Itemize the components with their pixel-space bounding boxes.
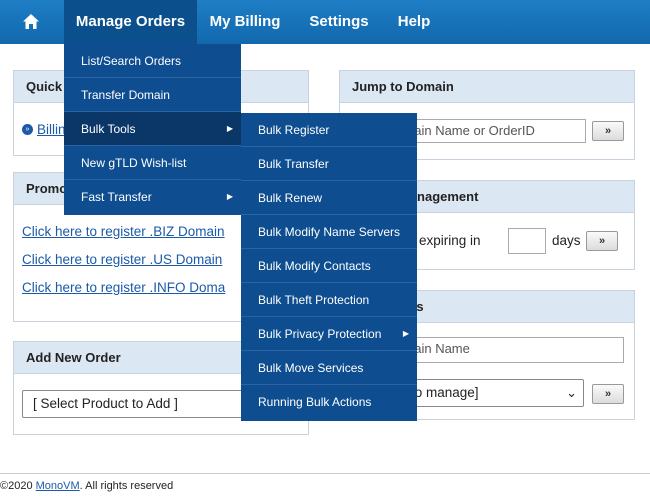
chevron-down-icon: ⌄ xyxy=(566,385,577,400)
menu-item-label: Running Bulk Actions xyxy=(258,395,372,409)
menu-item-label: Bulk Register xyxy=(258,123,330,137)
jump-panel-title: Jump to Domain xyxy=(340,71,634,103)
submenu-arrow-icon: ▶ xyxy=(226,124,233,133)
menu-transfer-domain[interactable]: Transfer Domain xyxy=(64,78,241,112)
menu-new-gtld-wishlist[interactable]: New gTLD Wish-list xyxy=(64,146,241,180)
menu-item-label: Bulk Move Services xyxy=(258,361,364,375)
menu-item-label: Bulk Transfer xyxy=(258,157,329,171)
quick-link-row[interactable]: » Billin xyxy=(22,121,66,139)
nav-manage-orders[interactable]: Manage Orders xyxy=(64,0,197,44)
menu-item-label: Bulk Modify Name Servers xyxy=(258,225,401,239)
bulk-tools-submenu: Bulk Register Bulk Transfer Bulk Renew B… xyxy=(241,113,417,421)
menu-item-label: Bulk Theft Protection xyxy=(258,293,370,307)
menu-item-label: Bulk Modify Contacts xyxy=(258,259,371,273)
menu-item-label: Bulk Tools xyxy=(81,122,136,136)
arrow-bullet-icon: » xyxy=(22,124,33,136)
nav-help[interactable]: Help xyxy=(388,0,440,44)
footer-divider xyxy=(0,473,650,474)
jump-go-button[interactable]: » xyxy=(592,121,624,141)
footer-brand-link[interactable]: MonoVM xyxy=(36,480,80,492)
promo-link-us[interactable]: Click here to register .US Domain xyxy=(22,252,222,267)
home-icon[interactable] xyxy=(0,0,64,44)
menu-bulk-register[interactable]: Bulk Register xyxy=(241,113,417,147)
service-select-value: to manage] xyxy=(411,385,479,400)
menu-item-label: Bulk Privacy Protection xyxy=(258,327,382,341)
footer: ©2020 MonoVM. All rights reserved xyxy=(0,480,173,492)
menu-item-label: Fast Transfer xyxy=(81,190,152,204)
free-domain-input[interactable]: nain Name xyxy=(400,337,624,363)
menu-bulk-move-services[interactable]: Bulk Move Services xyxy=(241,351,417,385)
submenu-arrow-icon: ▶ xyxy=(402,329,409,338)
footer-suffix: . All rights reserved xyxy=(79,480,174,492)
service-select[interactable]: to manage] ⌄ xyxy=(400,379,584,407)
free-go-button[interactable]: » xyxy=(592,384,624,404)
menu-item-label: New gTLD Wish-list xyxy=(81,156,187,170)
menu-item-label: Transfer Domain xyxy=(81,88,170,102)
days-input[interactable] xyxy=(508,228,546,254)
menu-bulk-tools[interactable]: Bulk Tools ▶ xyxy=(64,112,241,146)
domain-search-input[interactable]: nain Name or OrderID xyxy=(400,119,586,143)
menu-bulk-privacy-protection[interactable]: Bulk Privacy Protection ▶ xyxy=(241,317,417,351)
nav-settings[interactable]: Settings xyxy=(298,0,380,44)
menu-bulk-theft-protection[interactable]: Bulk Theft Protection xyxy=(241,283,417,317)
manage-orders-menu: List/Search Orders Transfer Domain Bulk … xyxy=(64,44,241,215)
menu-bulk-modify-contacts[interactable]: Bulk Modify Contacts xyxy=(241,249,417,283)
billing-link[interactable]: Billin xyxy=(37,122,66,137)
product-select-value: [ Select Product to Add ] xyxy=(33,396,178,411)
menu-running-bulk-actions[interactable]: Running Bulk Actions xyxy=(241,385,417,419)
nav-my-billing[interactable]: My Billing xyxy=(199,0,291,44)
renewal-go-button[interactable]: » xyxy=(586,231,618,251)
submenu-arrow-icon: ▶ xyxy=(226,192,233,201)
days-label: days xyxy=(552,233,581,248)
top-nav: Manage Orders My Billing Settings Help xyxy=(0,0,650,44)
menu-fast-transfer[interactable]: Fast Transfer ▶ xyxy=(64,180,241,214)
promo-link-biz[interactable]: Click here to register .BIZ Domain xyxy=(22,224,225,239)
menu-list-search-orders[interactable]: List/Search Orders xyxy=(64,44,241,78)
menu-item-label: List/Search Orders xyxy=(81,54,182,68)
menu-bulk-modify-name-servers[interactable]: Bulk Modify Name Servers xyxy=(241,215,417,249)
menu-bulk-transfer[interactable]: Bulk Transfer xyxy=(241,147,417,181)
menu-bulk-renew[interactable]: Bulk Renew xyxy=(241,181,417,215)
promo-link-info[interactable]: Click here to register .INFO Doma xyxy=(22,280,225,295)
footer-prefix: ©2020 xyxy=(0,480,36,492)
menu-item-label: Bulk Renew xyxy=(258,191,323,205)
